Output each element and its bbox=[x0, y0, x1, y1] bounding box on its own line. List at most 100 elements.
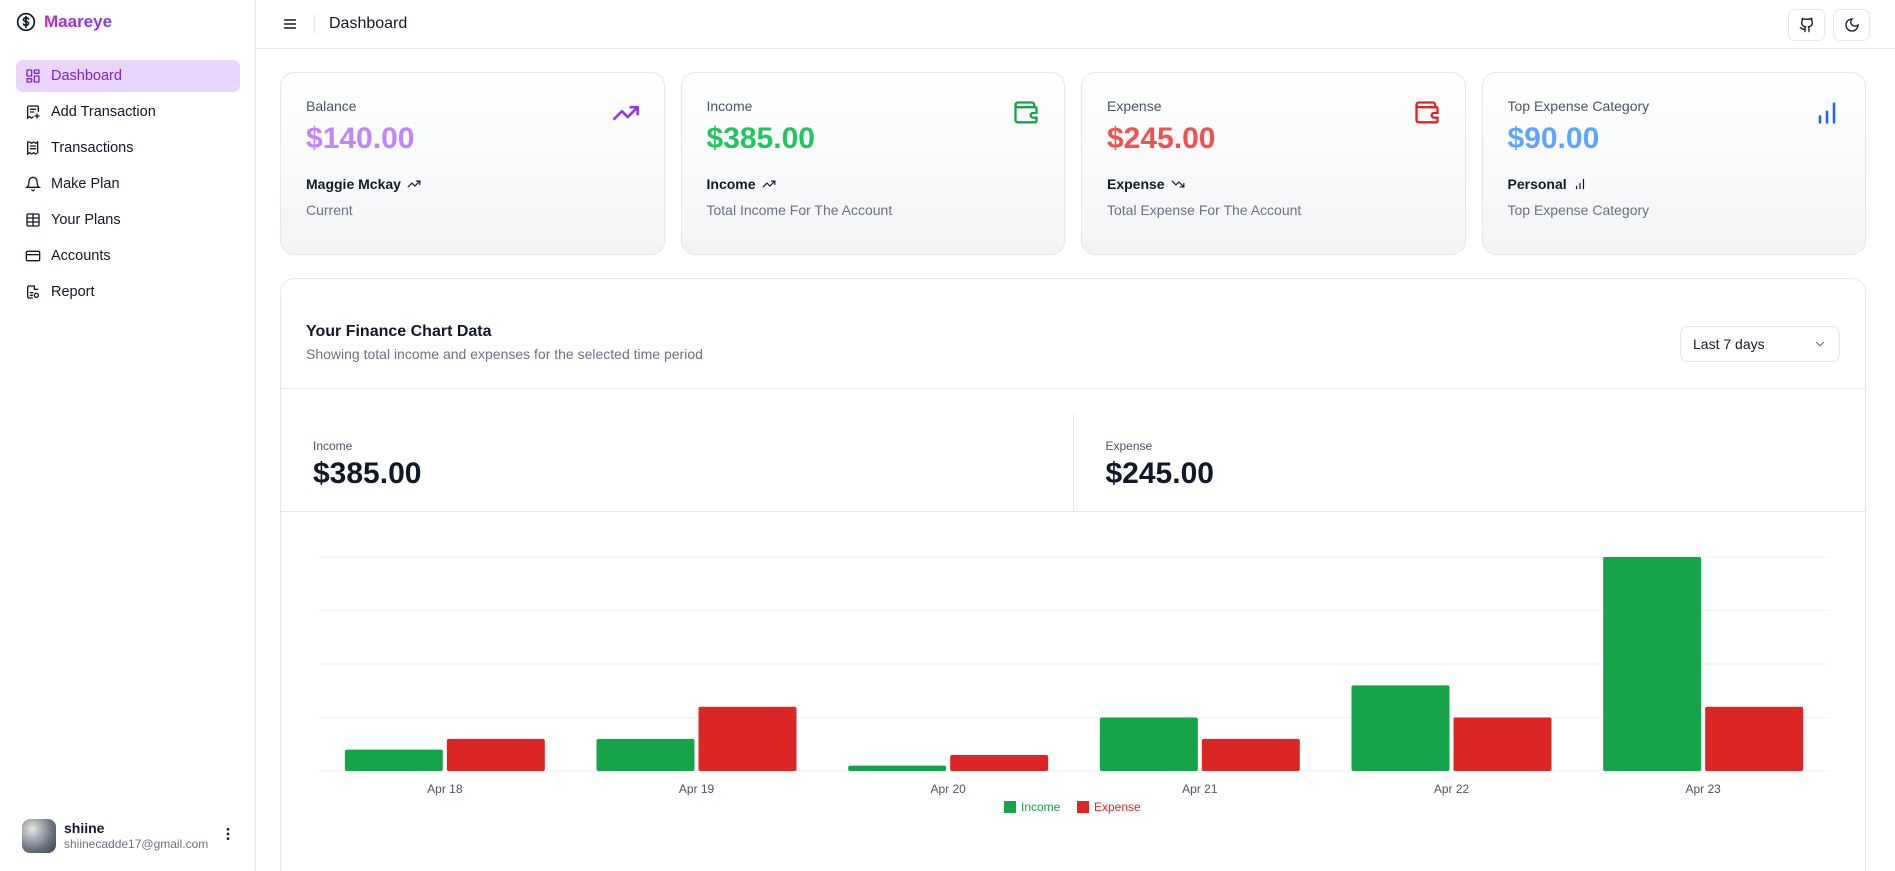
card-subtitle: Expense bbox=[1107, 176, 1465, 192]
user-name: shiine bbox=[64, 819, 105, 836]
chevron-down-icon bbox=[1815, 341, 1825, 347]
time-range-select[interactable]: Last 7 days bbox=[1680, 326, 1840, 362]
bar-income bbox=[1351, 685, 1450, 771]
sidebar-item-make-plan[interactable]: Make Plan bbox=[16, 168, 240, 200]
theme-toggle-button[interactable] bbox=[1833, 9, 1870, 41]
grid-icon bbox=[26, 69, 40, 83]
bar-expense bbox=[1453, 717, 1552, 771]
card-sub-label: Maggie Mckay bbox=[306, 176, 401, 192]
bar-chart-icon bbox=[1575, 178, 1584, 190]
more-vertical-icon[interactable] bbox=[220, 826, 236, 847]
legend-swatch bbox=[1004, 801, 1016, 813]
header-divider bbox=[314, 15, 315, 33]
brand[interactable]: Maareye bbox=[16, 12, 112, 32]
sidebar-item-your-plans[interactable]: Your Plans bbox=[16, 204, 240, 236]
card-icon bbox=[25, 250, 41, 262]
avatar bbox=[22, 819, 56, 853]
total-label: Expense bbox=[1105, 439, 1153, 453]
card-subtitle: Income bbox=[707, 176, 1065, 192]
legend-label: Expense bbox=[1094, 800, 1141, 814]
x-tick-label: Apr 18 bbox=[427, 782, 463, 796]
bar-income bbox=[1099, 717, 1198, 771]
legend-swatch bbox=[1077, 801, 1089, 813]
x-tick-label: Apr 23 bbox=[1685, 782, 1721, 796]
card-subtitle: Personal bbox=[1508, 176, 1866, 192]
x-tick-label: Apr 22 bbox=[1434, 782, 1470, 796]
page-title: Dashboard bbox=[329, 15, 408, 32]
card-value: $245.00 bbox=[1107, 122, 1216, 155]
bar-income bbox=[848, 765, 947, 771]
sidebar-item-label: Accounts bbox=[51, 248, 111, 264]
sidebar-nav: Dashboard Add Transaction Transactions M… bbox=[16, 60, 240, 312]
x-tick-label: Apr 19 bbox=[679, 782, 715, 796]
top-header: Dashboard bbox=[256, 0, 1895, 49]
card-description: Total Expense For The Account bbox=[1107, 202, 1302, 218]
sidebar-item-label: Add Transaction bbox=[51, 104, 156, 120]
finance-chart-panel: Your Finance Chart Data Showing total in… bbox=[280, 278, 1866, 871]
menu-icon bbox=[283, 19, 297, 29]
panel-header: Your Finance Chart Data Showing total in… bbox=[281, 279, 1865, 389]
sidebar-item-dashboard[interactable]: Dashboard bbox=[16, 60, 240, 92]
card-sub-label: Personal bbox=[1507, 176, 1567, 192]
bar-income bbox=[1603, 557, 1702, 771]
sidebar-item-add-transaction[interactable]: Add Transaction bbox=[16, 96, 240, 128]
bar-expense bbox=[446, 738, 545, 771]
wallet-icon bbox=[1014, 101, 1038, 124]
totals-row: Income $385.00 Expense $245.00 bbox=[281, 389, 1865, 512]
sidebar-item-accounts[interactable]: Accounts bbox=[16, 240, 240, 272]
card-subtitle: Maggie Mckay bbox=[306, 176, 664, 192]
legend-label: Income bbox=[1021, 800, 1061, 814]
card-label: Top Expense Category bbox=[1507, 98, 1650, 114]
sidebar-item-label: Make Plan bbox=[51, 176, 120, 192]
sidebar-item-label: Dashboard bbox=[51, 68, 122, 84]
sidebar-item-report[interactable]: Report bbox=[16, 276, 240, 308]
card-sub-label: Expense bbox=[1107, 176, 1165, 192]
x-tick-label: Apr 20 bbox=[930, 782, 966, 796]
total-label: Income bbox=[313, 439, 353, 453]
menu-toggle-button[interactable] bbox=[280, 14, 300, 34]
table-icon bbox=[26, 213, 40, 227]
panel-description: Showing total income and expenses for th… bbox=[306, 346, 703, 362]
top-expense-card: Top Expense Category $90.00 Personal Top… bbox=[1481, 72, 1866, 255]
sidebar-item-label: Transactions bbox=[51, 140, 134, 156]
trending-up-icon bbox=[612, 105, 639, 121]
card-value: $90.00 bbox=[1507, 122, 1600, 155]
trending-up-icon bbox=[407, 180, 421, 188]
user-info: shiine shiinecadde17@gmail.com bbox=[64, 820, 212, 853]
card-sub-label: Income bbox=[706, 176, 756, 192]
user-email: shiinecadde17@gmail.com bbox=[64, 837, 209, 852]
bar-expense bbox=[1201, 738, 1300, 771]
report-icon bbox=[27, 285, 39, 299]
income-total[interactable]: Income $385.00 bbox=[281, 389, 1073, 511]
header-actions bbox=[1788, 9, 1870, 41]
sidebar-item-transactions[interactable]: Transactions bbox=[16, 132, 240, 164]
time-range-value: Last 7 days bbox=[1693, 336, 1765, 352]
expense-total[interactable]: Expense $245.00 bbox=[1072, 414, 1866, 511]
total-value: $245.00 bbox=[1105, 457, 1214, 490]
github-button[interactable] bbox=[1788, 9, 1825, 41]
card-description: Top Expense Category bbox=[1507, 202, 1650, 218]
x-tick-label: Apr 21 bbox=[1182, 782, 1218, 796]
total-value: $385.00 bbox=[313, 457, 422, 490]
expense-card: Expense $245.00 Expense Total Expense Fo… bbox=[1081, 72, 1466, 255]
bar-income bbox=[344, 749, 443, 771]
sidebar-item-label: Report bbox=[51, 284, 95, 300]
dollar-circle-icon bbox=[16, 12, 36, 32]
bar-expense bbox=[698, 706, 797, 771]
sidebar-item-label: Your Plans bbox=[51, 212, 121, 228]
card-value: $140.00 bbox=[306, 122, 415, 155]
user-profile[interactable]: shiine shiinecadde17@gmail.com bbox=[22, 819, 236, 853]
card-description: Total Income For The Account bbox=[706, 202, 893, 218]
bell-plus-icon bbox=[25, 176, 41, 192]
trending-up-icon bbox=[762, 180, 775, 188]
card-label: Balance bbox=[306, 98, 357, 114]
card-description: Current bbox=[306, 202, 353, 218]
brand-name: Maareye bbox=[44, 12, 113, 31]
income-card: Income $385.00 Income Total Income For T… bbox=[680, 72, 1065, 255]
bar-expense bbox=[950, 754, 1049, 771]
trending-down-icon bbox=[1171, 180, 1185, 188]
balance-card: Balance $140.00 Maggie Mckay Current bbox=[280, 72, 665, 255]
card-label: Income bbox=[706, 98, 753, 114]
bar-income bbox=[596, 738, 695, 771]
bar-chart-icon bbox=[1818, 102, 1836, 124]
